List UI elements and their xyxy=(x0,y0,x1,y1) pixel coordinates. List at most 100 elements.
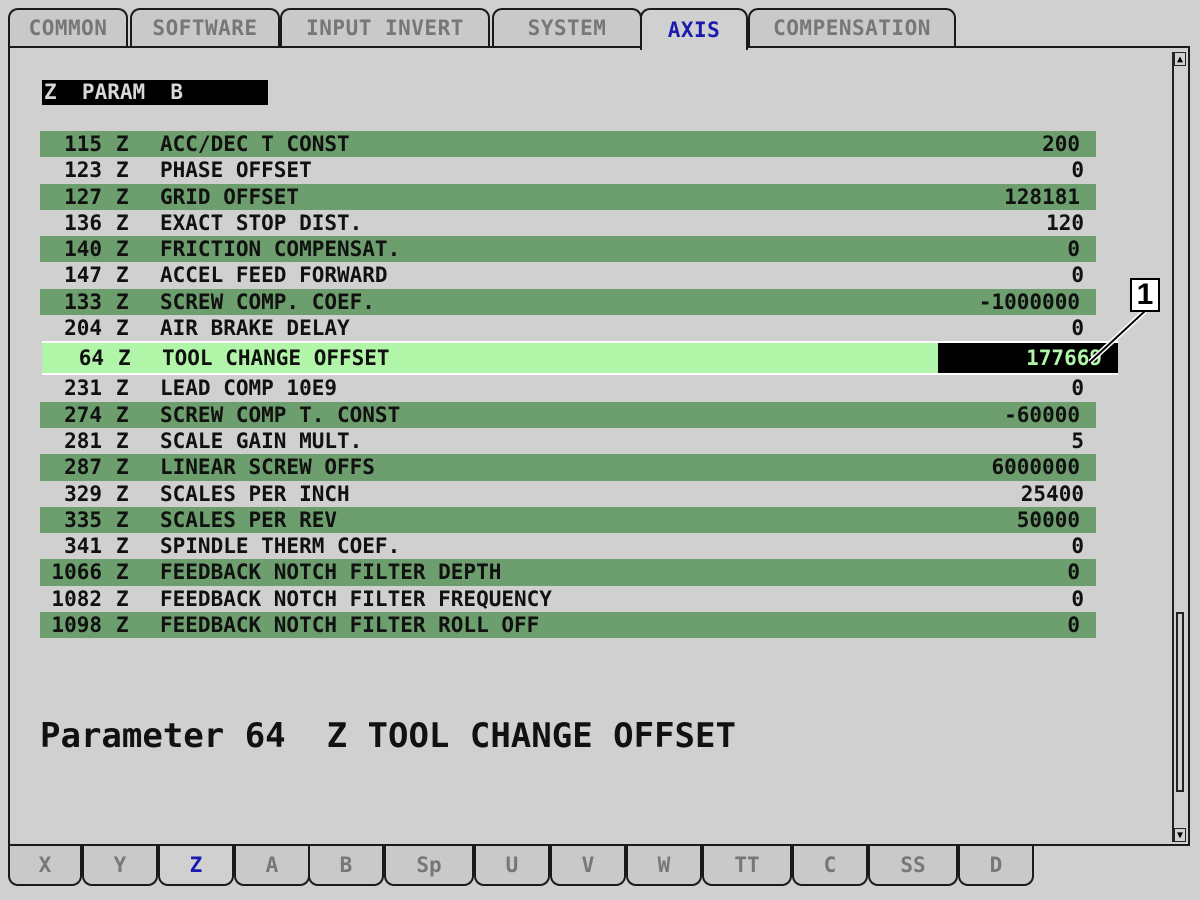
parameter-value[interactable]: 50000 xyxy=(1017,507,1080,533)
axis-tab-w[interactable]: W xyxy=(626,846,702,886)
parameter-name: SCALES PER INCH xyxy=(160,481,350,506)
parameter-number: 1098 xyxy=(51,613,102,638)
parameter-name: ACC/DEC T CONST xyxy=(160,132,350,156)
parameter-row[interactable]: 147 Z ACCEL FEED FORWARD 0 xyxy=(40,262,1100,288)
parameter-value[interactable]: 177669 xyxy=(938,343,1118,374)
tab-axis[interactable]: AXIS xyxy=(640,8,748,50)
parameter-number: 231 xyxy=(64,376,102,401)
scrollbar-thumb[interactable] xyxy=(1176,612,1184,792)
parameter-name: GRID OFFSET xyxy=(160,184,300,209)
axis-tab-b[interactable]: B xyxy=(308,846,384,886)
tab-compensation[interactable]: COMPENSATION xyxy=(748,8,956,46)
parameter-row[interactable]: 127 Z GRID OFFSET 128181 xyxy=(40,183,1096,210)
parameter-number: 281 xyxy=(64,428,102,453)
parameter-value[interactable]: 200 xyxy=(1042,131,1080,157)
parameter-number: 133 xyxy=(64,289,102,314)
parameter-axis: Z xyxy=(116,560,129,585)
parameter-axis: Z xyxy=(116,428,129,453)
parameter-value[interactable]: 0 xyxy=(1071,533,1084,559)
parameter-axis: Z xyxy=(116,507,129,532)
parameter-name: FEEDBACK NOTCH FILTER FREQUENCY xyxy=(160,586,552,611)
parameter-name: TOOL CHANGE OFFSET xyxy=(162,346,390,371)
parameter-value[interactable]: 0 xyxy=(1071,262,1084,288)
axis-tab-ss[interactable]: SS xyxy=(868,846,958,886)
parameter-value[interactable]: 0 xyxy=(1071,157,1084,183)
parameter-value[interactable]: 0 xyxy=(1071,586,1084,612)
parameter-number: 64 xyxy=(78,346,104,371)
vertical-scrollbar[interactable]: ▲ ▼ xyxy=(1172,52,1186,842)
parameter-row[interactable]: 140 Z FRICTION COMPENSAT. 0 xyxy=(40,236,1096,263)
parameter-value[interactable]: -60000 xyxy=(1004,402,1080,428)
parameter-axis: Z xyxy=(118,346,131,371)
axis-tab-x[interactable]: X xyxy=(8,846,82,886)
parameter-axis: Z xyxy=(116,481,129,506)
parameter-name: SCREW COMP T. CONST xyxy=(160,402,401,427)
parameter-axis: Z xyxy=(116,586,129,611)
axis-tab-c[interactable]: C xyxy=(792,846,868,886)
parameter-value[interactable]: 5 xyxy=(1071,428,1084,454)
parameter-value[interactable]: 0 xyxy=(1067,559,1080,585)
tab-common[interactable]: COMMON xyxy=(8,8,128,46)
parameter-group-title: Z PARAM B xyxy=(42,80,268,105)
selected-parameter-row[interactable]: 64 Z TOOL CHANGE OFFSET 177669 xyxy=(42,341,1118,376)
parameter-number: 274 xyxy=(64,402,102,427)
parameter-row[interactable]: 1082 Z FEEDBACK NOTCH FILTER FREQUENCY 0 xyxy=(40,586,1100,612)
parameter-row[interactable]: 335 Z SCALES PER REV 50000 xyxy=(40,506,1096,534)
parameter-axis: Z xyxy=(116,534,129,559)
parameter-number: 115 xyxy=(64,132,102,156)
parameter-name: LINEAR SCREW OFFS xyxy=(160,455,375,480)
parameter-axis: Z xyxy=(116,376,129,401)
tab-input-invert[interactable]: INPUT INVERT xyxy=(280,8,490,46)
parameter-row[interactable]: 274 Z SCREW COMP T. CONST -60000 xyxy=(40,401,1096,428)
parameter-row[interactable]: 133 Z SCREW COMP. COEF. -1000000 xyxy=(40,288,1096,316)
parameter-name: SCALES PER REV xyxy=(160,507,338,532)
parameter-value[interactable]: 25400 xyxy=(1021,481,1084,507)
parameter-row[interactable]: 341 Z SPINDLE THERM COEF. 0 xyxy=(40,533,1100,559)
parameter-row[interactable]: 329 Z SCALES PER INCH 25400 xyxy=(40,481,1100,507)
tab-system[interactable]: SYSTEM xyxy=(492,8,642,46)
parameter-number: 1066 xyxy=(51,560,102,585)
parameter-number: 335 xyxy=(64,507,102,532)
axis-tab-a[interactable]: A xyxy=(234,846,310,886)
parameter-name: SCALE GAIN MULT. xyxy=(160,428,363,453)
parameter-name: AIR BRAKE DELAY xyxy=(160,316,350,341)
parameter-axis: Z xyxy=(116,613,129,638)
parameter-name: LEAD COMP 10E9 xyxy=(160,376,338,401)
axis-tab-d[interactable]: D xyxy=(958,846,1034,886)
parameter-row[interactable]: 287 Z LINEAR SCREW OFFS 6000000 xyxy=(40,454,1096,481)
parameter-number: 147 xyxy=(64,263,102,288)
parameter-value[interactable]: 0 xyxy=(1067,612,1080,638)
parameter-row[interactable]: 1066 Z FEEDBACK NOTCH FILTER DEPTH 0 xyxy=(40,559,1096,586)
axis-tab-v[interactable]: V xyxy=(550,846,626,886)
axis-tab-tt[interactable]: TT xyxy=(702,846,792,886)
parameter-row[interactable]: 123 Z PHASE OFFSET 0 xyxy=(40,157,1100,183)
parameter-row[interactable]: 281 Z SCALE GAIN MULT. 5 xyxy=(40,428,1100,454)
tab-software[interactable]: SOFTWARE xyxy=(130,8,280,46)
axis-tab-z[interactable]: Z xyxy=(158,846,234,886)
scroll-down-arrow-icon[interactable]: ▼ xyxy=(1174,828,1186,842)
parameter-name: EXACT STOP DIST. xyxy=(160,210,363,235)
parameter-axis: Z xyxy=(116,158,129,183)
parameter-value[interactable]: 120 xyxy=(1046,210,1084,236)
axis-tab-y[interactable]: Y xyxy=(82,846,158,886)
parameter-row[interactable]: 231 Z LEAD COMP 10E9 0 xyxy=(40,375,1100,401)
parameter-name: SPINDLE THERM COEF. xyxy=(160,534,401,559)
scroll-up-arrow-icon[interactable]: ▲ xyxy=(1174,52,1186,66)
axis-tab-sp[interactable]: Sp xyxy=(384,846,474,886)
parameter-axis: Z xyxy=(116,237,129,262)
parameter-row[interactable]: 1098 Z FEEDBACK NOTCH FILTER ROLL OFF 0 xyxy=(40,612,1096,639)
parameter-row[interactable]: 115 Z ACC/DEC T CONST 200 xyxy=(40,131,1096,158)
parameter-value[interactable]: 128181 xyxy=(1004,184,1080,210)
parameter-name: FEEDBACK NOTCH FILTER ROLL OFF xyxy=(160,613,540,638)
parameter-value[interactable]: 0 xyxy=(1071,375,1084,401)
parameter-number: 329 xyxy=(64,481,102,506)
parameter-value[interactable]: 0 xyxy=(1067,236,1080,262)
axis-tab-u[interactable]: U xyxy=(474,846,550,886)
parameter-axis: Z xyxy=(116,455,129,480)
parameter-row[interactable]: 136 Z EXACT STOP DIST. 120 xyxy=(40,210,1100,236)
parameter-value[interactable]: 6000000 xyxy=(991,454,1080,480)
parameter-axis: Z xyxy=(116,402,129,427)
parameter-row[interactable]: 204 Z AIR BRAKE DELAY 0 xyxy=(40,315,1100,341)
parameter-value[interactable]: 0 xyxy=(1071,315,1084,341)
parameter-value[interactable]: -1000000 xyxy=(979,289,1080,315)
